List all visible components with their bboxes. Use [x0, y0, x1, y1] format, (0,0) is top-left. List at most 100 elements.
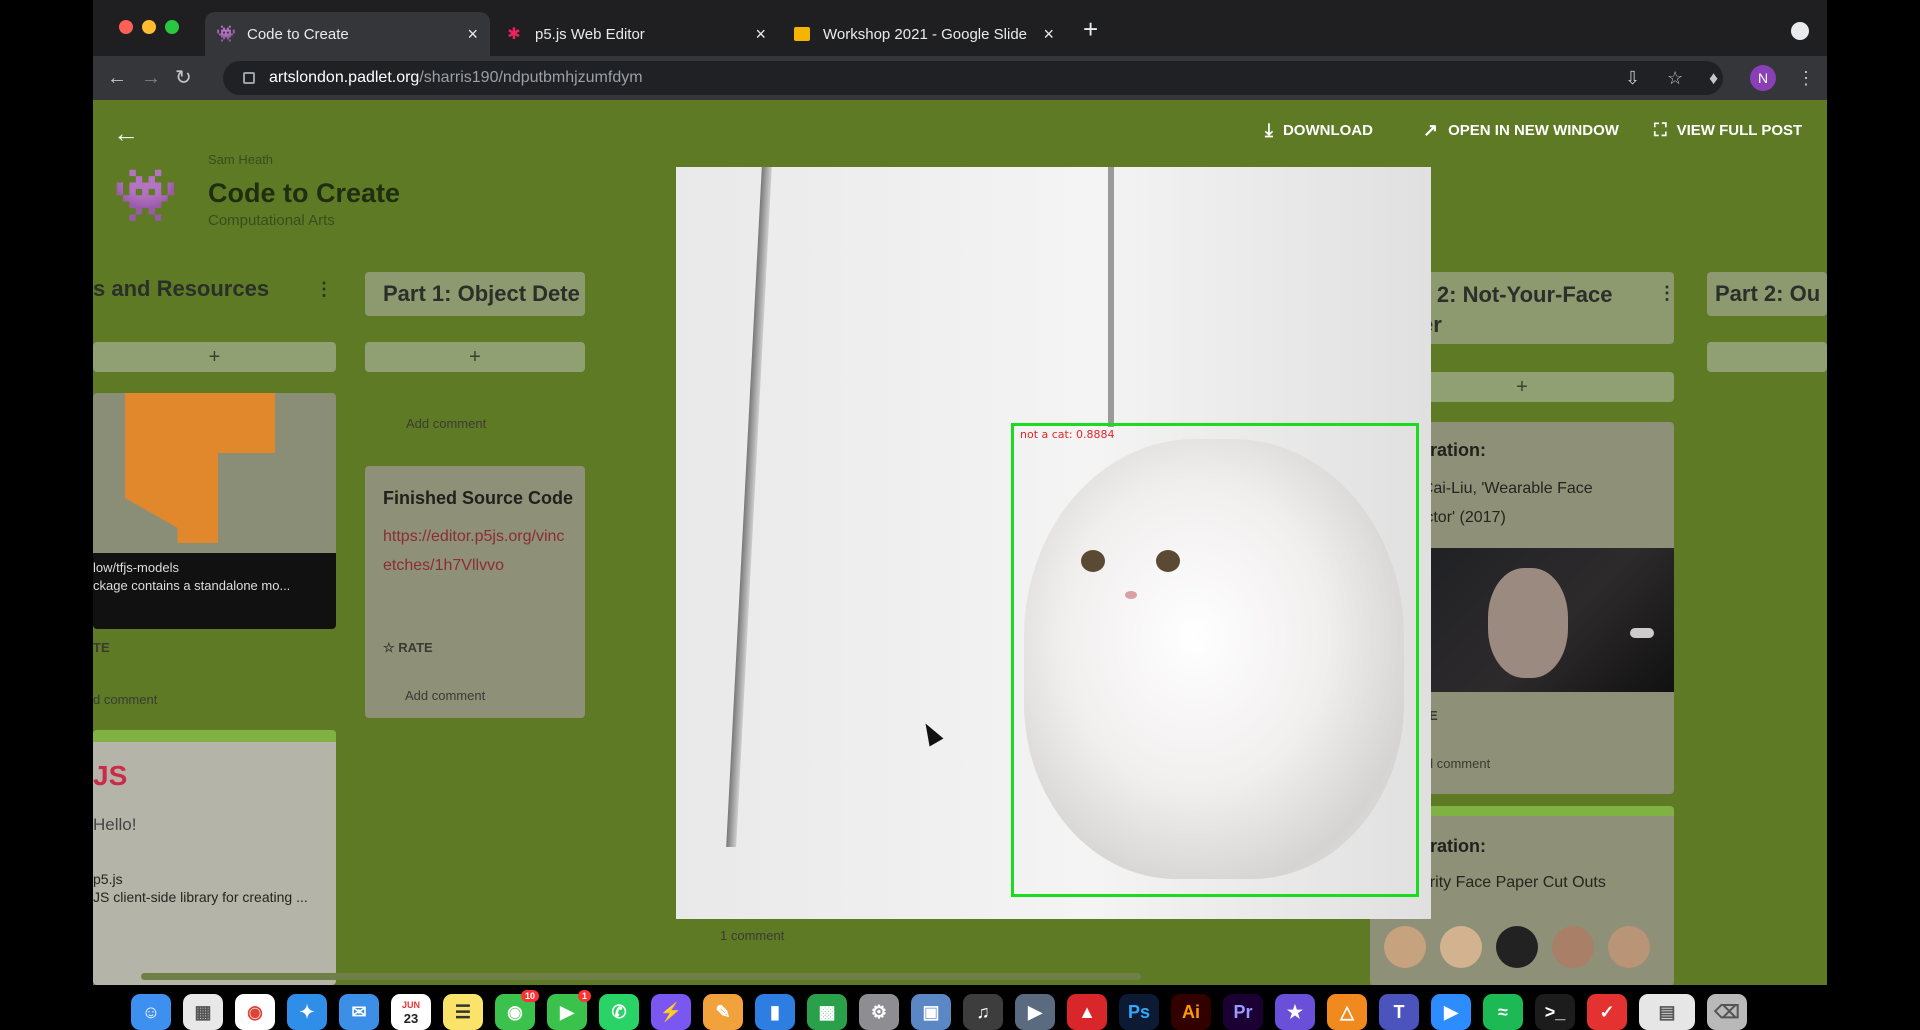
safari-icon[interactable]: ✦: [287, 994, 327, 1030]
add-post-button[interactable]: [1707, 342, 1827, 372]
card-color-strip: [93, 730, 336, 742]
view-full-post-button[interactable]: ⛶ VIEW FULL POST: [1654, 120, 1802, 141]
reload-icon[interactable]: ↻: [175, 64, 192, 92]
link-caption: low/tfjs-models: [93, 560, 179, 575]
add-post-button[interactable]: +: [365, 342, 585, 372]
finder-icon[interactable]: ☺: [131, 994, 171, 1030]
whatsapp-icon[interactable]: ✆: [599, 994, 639, 1030]
facetime-icon[interactable]: ▶ 1: [547, 990, 591, 1030]
resource-card-p5js[interactable]: JS Hello! p5.js JS client-side library f…: [93, 730, 336, 985]
add-comment-link[interactable]: Add comment: [406, 416, 486, 431]
launchpad-icon[interactable]: ▦: [183, 994, 223, 1030]
column-menu-icon[interactable]: ⋮: [315, 274, 333, 304]
premiere-icon[interactable]: Pr: [1223, 994, 1263, 1030]
tab-code-to-create[interactable]: 👾 Code to Create ×: [205, 12, 490, 56]
rate-label: RATE: [398, 640, 433, 655]
mail-icon[interactable]: ✉: [339, 994, 379, 1030]
audio-app-icon[interactable]: ♫: [963, 994, 1003, 1030]
close-window-button[interactable]: [119, 20, 133, 34]
close-tab-icon[interactable]: ×: [755, 24, 766, 45]
hello-text: Hello!: [93, 815, 137, 834]
keynote-icon[interactable]: ▮: [755, 994, 795, 1030]
padlet-title: Code to Create: [208, 178, 401, 208]
download-button[interactable]: ⤓ DOWNLOAD: [1265, 120, 1373, 141]
column-menu-icon[interactable]: ⋮: [1658, 278, 1676, 308]
teams-icon[interactable]: T: [1379, 994, 1419, 1030]
pages-icon[interactable]: ✎: [703, 994, 743, 1030]
browser-menu-icon[interactable]: ⋮: [1797, 68, 1815, 88]
vlc-icon[interactable]: △: [1327, 994, 1367, 1030]
lock-icon: [243, 72, 255, 84]
notes-icon[interactable]: ☰: [443, 994, 483, 1030]
close-tab-icon[interactable]: ×: [467, 24, 478, 45]
messages-icon[interactable]: ◉ 10: [495, 990, 539, 1030]
tab-title: p5.js Web Editor: [535, 25, 645, 43]
add-comment-link[interactable]: Add comment: [405, 688, 485, 703]
browser-window: 👾 Code to Create × ✱ p5.js Web Editor × …: [93, 0, 1827, 985]
settings-gear-icon[interactable]: ⚙: [859, 994, 899, 1030]
back-icon[interactable]: ←: [107, 64, 127, 92]
view-full-post-label: VIEW FULL POST: [1676, 122, 1803, 139]
address-bar[interactable]: artslondon.padlet.org /sharris190/ndputb…: [223, 61, 1723, 95]
zoom-icon[interactable]: ▶: [1431, 994, 1471, 1030]
add-comment-link[interactable]: d comment: [93, 692, 157, 707]
terminal-icon[interactable]: >_: [1535, 994, 1575, 1030]
rate-button[interactable]: ☆ RATE: [383, 640, 433, 656]
close-tab-icon[interactable]: ×: [1043, 24, 1054, 45]
skitch-icon[interactable]: ✓: [1587, 994, 1627, 1030]
minimize-window-button[interactable]: [142, 20, 156, 34]
post-finished-source-code[interactable]: Finished Source Code https://editor.p5js…: [365, 466, 585, 718]
projector-light: [1630, 628, 1654, 638]
column-header-part1[interactable]: Part 1: Object Dete: [365, 272, 585, 316]
messages-badge: 10: [520, 990, 539, 1002]
comments-count[interactable]: 1 comment: [720, 928, 784, 943]
download-label: DOWNLOAD: [1282, 122, 1373, 139]
numbers-icon[interactable]: ▩: [807, 994, 847, 1030]
post-link[interactable]: https://editor.p5js.org/vinc: [383, 522, 564, 551]
open-new-window-button[interactable]: ↗ OPEN IN NEW WINDOW: [1423, 120, 1619, 141]
column-header-resources[interactable]: s and Resources ⋮: [93, 270, 333, 310]
column-header-part2-out[interactable]: Part 2: Ou: [1707, 272, 1827, 316]
p5-title: p5.js: [93, 871, 123, 887]
install-app-icon[interactable]: ⇩: [1625, 68, 1640, 88]
photoshop-icon[interactable]: Ps: [1119, 994, 1159, 1030]
p5-desc: JS client-side library for creating ...: [93, 889, 308, 905]
trash-icon[interactable]: ⌫: [1707, 994, 1747, 1030]
rate-label[interactable]: TE: [93, 640, 110, 655]
back-arrow-icon[interactable]: ←: [113, 118, 139, 149]
illustrator-icon[interactable]: Ai: [1171, 994, 1211, 1030]
finder-window-icon[interactable]: ▤: [1639, 994, 1695, 1030]
zoom-window-button[interactable]: [165, 20, 179, 34]
detection-label: not a cat: 0.8884: [1020, 428, 1115, 441]
tab-search-icon[interactable]: [1791, 22, 1809, 40]
calendar-icon[interactable]: JUN 23: [391, 994, 431, 1030]
resource-card-tfjs[interactable]: low/tfjs-models ckage contains a standal…: [93, 393, 336, 629]
profile-avatar[interactable]: N: [1750, 65, 1776, 91]
bookmark-star-icon[interactable]: ☆: [1667, 68, 1683, 88]
macos-dock: ☺ ▦ ◉ ✦ ✉ JUN 23 ☰ ◉ 10 ▶ 1 ✆ ⚡ ✎ ▮ ▩ ⚙ ▣ ♫…: [131, 990, 1781, 1030]
quicktime-icon[interactable]: ▶: [1015, 994, 1055, 1030]
padlet-subtitle: Computational Arts: [208, 212, 335, 229]
post-link-cont[interactable]: etches/1h7Vllvvo: [383, 551, 504, 580]
slides-icon: [793, 25, 811, 43]
padlet-invader-logo-icon: 👾: [113, 167, 178, 225]
spotify-icon[interactable]: ≈: [1483, 994, 1523, 1030]
horizontal-scrollbar[interactable]: [141, 973, 1141, 980]
forward-icon[interactable]: →: [141, 64, 161, 92]
open-new-window-label: OPEN IN NEW WINDOW: [1448, 122, 1619, 139]
extensions-puzzle-icon[interactable]: ♦: [1709, 68, 1718, 88]
tab-workshop-slides[interactable]: Workshop 2021 - Google Slide ×: [781, 12, 1066, 56]
js-logo: JS: [93, 760, 128, 791]
chrome-icon[interactable]: ◉: [235, 994, 275, 1030]
link-preview: low/tfjs-models ckage contains a standal…: [93, 553, 336, 629]
new-tab-button[interactable]: +: [1083, 16, 1098, 42]
imovie-star-icon[interactable]: ★: [1275, 994, 1315, 1030]
tab-p5js-editor[interactable]: ✱ p5.js Web Editor ×: [493, 12, 778, 56]
preview-icon[interactable]: ▣: [911, 994, 951, 1030]
messenger-icon[interactable]: ⚡: [651, 994, 691, 1030]
post-title: Finished Source Code: [383, 488, 574, 508]
acrobat-icon[interactable]: ▲: [1067, 994, 1107, 1030]
tab-title: Code to Create: [247, 25, 349, 43]
add-post-button[interactable]: +: [93, 342, 336, 372]
fullscreen-icon: ⛶: [1654, 120, 1667, 140]
